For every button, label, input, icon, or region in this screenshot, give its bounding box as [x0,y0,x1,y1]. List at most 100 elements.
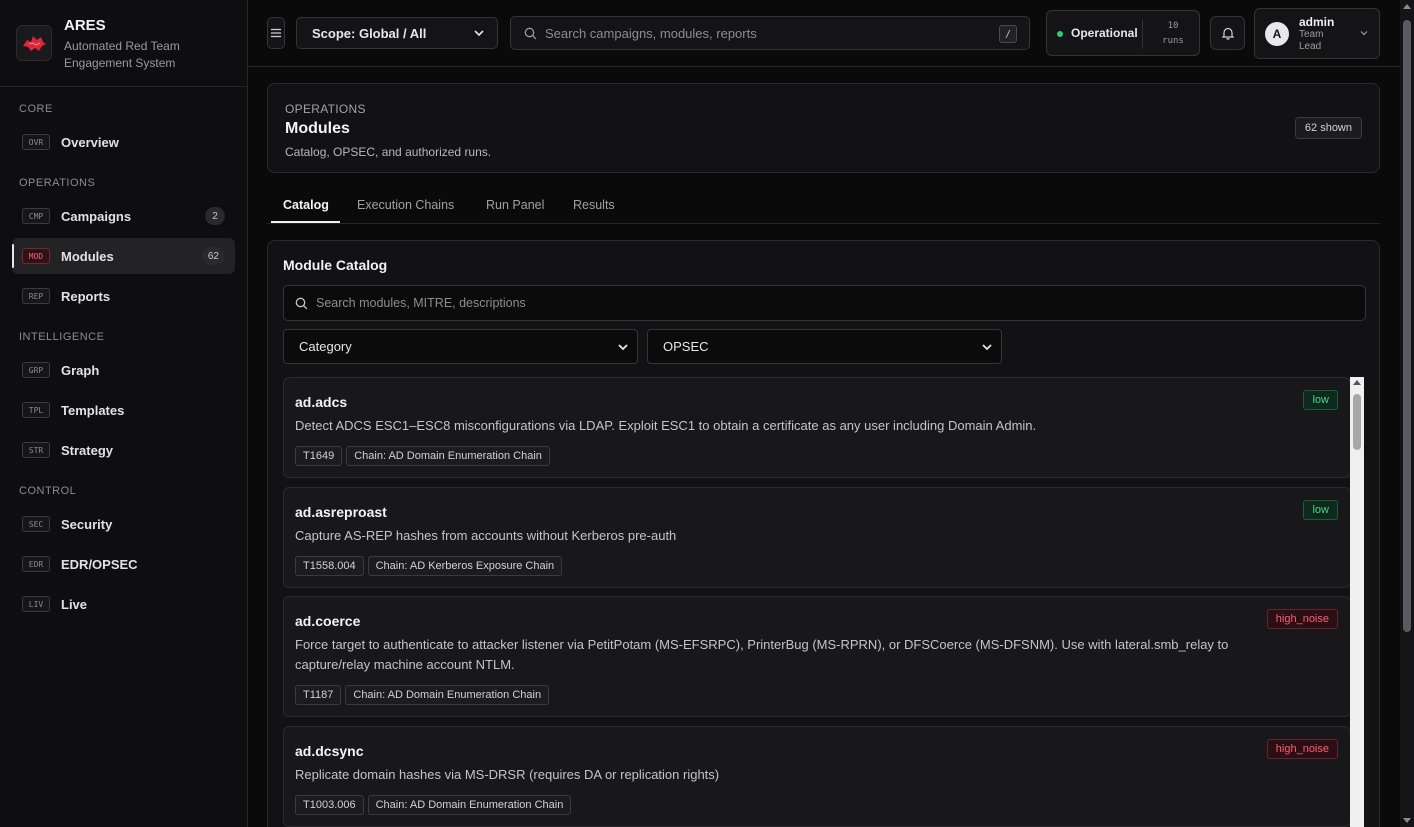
security-code-icon: SEC [22,516,50,532]
module-description: Capture AS-REP hashes from accounts with… [295,528,677,543]
strategy-code-icon: STR [22,442,50,458]
page-description: Catalog, OPSEC, and authorized runs. [285,145,492,159]
search-icon [524,27,537,40]
chain-tag: Chain: AD Kerberos Exposure Chain [367,556,563,576]
category-select-value: Category [299,339,352,354]
scroll-down-arrow-icon[interactable] [1403,818,1411,823]
overview-code-icon: OVR [22,134,50,150]
sidebar-item-label: Graph [61,362,100,378]
module-card-ad-adcs[interactable]: ad.adcs Detect ADCS ESC1–ESC8 misconfigu… [283,377,1351,478]
opsec-badge: high_noise [1266,609,1338,629]
module-name: ad.coerce [295,613,361,629]
system-status[interactable]: Operational 10 runs [1046,10,1200,56]
runs-count: 10 [1167,21,1179,31]
modules-code-icon: MOD [22,248,50,264]
sidebar-item-strategy[interactable]: STR Strategy [12,432,235,468]
sidebar-item-graph[interactable]: GRP Graph [12,352,235,388]
campaigns-count-badge: 2 [205,207,225,225]
scroll-up-arrow-icon[interactable] [1403,4,1411,9]
module-name: ad.asreproast [295,504,387,520]
sidebar-item-label: Campaigns [61,208,132,224]
nav-section-control: CONTROL [19,485,77,497]
module-search-placeholder: Search modules, MITRE, descriptions [316,296,526,310]
global-search-placeholder: Search campaigns, modules, reports [545,25,757,41]
campaigns-code-icon: CMP [22,208,50,224]
sidebar-item-edr-opsec[interactable]: EDR EDR/OPSEC [12,546,235,582]
notifications-button[interactable] [1210,16,1245,50]
sidebar-item-label: Security [61,516,113,532]
page-header: OPERATIONS Modules Catalog, OPSEC, and a… [267,83,1380,173]
topbar: Scope: Global / All Search campaigns, mo… [248,0,1414,67]
sidebar-item-overview[interactable]: OVR Overview [12,124,235,160]
opsec-select-value: OPSEC [663,339,709,354]
global-search-input[interactable]: Search campaigns, modules, reports / [510,16,1030,50]
shown-count-badge: 62 shown [1294,117,1362,139]
ares-logo-icon[interactable] [16,25,52,61]
module-name: ad.dcsync [295,743,364,759]
opsec-badge: low [1303,500,1338,520]
sidebar-item-modules[interactable]: MOD Modules 62 [12,238,235,274]
tab-results[interactable]: Results [573,198,615,212]
user-name: admin [1299,15,1335,29]
menu-toggle-button[interactable] [267,17,285,49]
module-catalog: Module Catalog Search modules, MITRE, de… [267,240,1380,827]
module-card-ad-asreproast[interactable]: ad.asreproast Capture AS-REP hashes from… [283,487,1351,588]
module-card-ad-dcsync[interactable]: ad.dcsync Replicate domain hashes via MS… [283,726,1351,827]
scroll-up-arrow-icon[interactable] [1353,380,1361,385]
sidebar-item-label: Strategy [61,442,114,458]
page-title: Modules [285,120,350,137]
tab-catalog[interactable]: Catalog [283,198,329,212]
module-search-input[interactable]: Search modules, MITRE, descriptions [283,285,1366,321]
opsec-badge: high_noise [1266,739,1338,759]
tab-run-panel[interactable]: Run Panel [486,198,544,212]
app-subtitle: Automated Red Team Engagement System [64,39,180,70]
sidebar-item-label: Overview [61,134,119,150]
mitre-tag: T1558.004 [295,556,364,576]
sidebar-item-reports[interactable]: REP Reports [12,278,235,314]
nav-section-operations: OPERATIONS [19,177,96,189]
chevron-down-icon [474,30,484,37]
sidebar: ARES Automated Red Team Engagement Syste… [0,0,248,827]
module-tags: T1558.004 Chain: AD Kerberos Exposure Ch… [295,556,563,576]
category-select[interactable]: Category [283,329,638,364]
chain-tag: Chain: AD Domain Enumeration Chain [346,446,550,466]
reports-code-icon: REP [22,288,50,304]
edr-code-icon: EDR [22,556,50,572]
hamburger-icon [271,28,281,38]
search-icon [295,297,308,310]
opsec-badge: low [1303,390,1338,410]
module-description: Detect ADCS ESC1–ESC8 misconfigurations … [295,418,1037,433]
sidebar-item-label: Reports [61,288,111,304]
sidebar-item-templates[interactable]: TPL Templates [12,392,235,428]
user-role: Team Lead [1299,29,1324,52]
runs-label: runs [1162,36,1184,46]
scroll-thumb[interactable] [1353,394,1361,450]
sidebar-item-label: Templates [61,402,125,418]
status-dot-icon [1057,31,1063,37]
nav-section-intelligence: INTELLIGENCE [19,331,105,343]
scope-select[interactable]: Scope: Global / All [296,17,498,49]
active-tab-indicator [271,221,340,223]
opsec-select[interactable]: OPSEC [647,329,1002,364]
mitre-tag: T1187 [295,685,342,705]
user-menu[interactable]: A admin Team Lead [1254,8,1380,59]
mitre-tag: T1003.006 [295,795,364,815]
sidebar-item-campaigns[interactable]: CMP Campaigns 2 [12,198,235,234]
runs-counter: 10 runs [1151,19,1195,49]
module-list-scrollbar[interactable] [1350,377,1364,827]
tab-execution-chains[interactable]: Execution Chains [357,198,454,212]
catalog-title: Module Catalog [283,257,388,273]
sidebar-item-live[interactable]: LIV Live [12,586,235,622]
templates-code-icon: TPL [22,402,50,418]
sidebar-item-label: Live [61,596,88,612]
page-scrollbar[interactable] [1400,0,1414,827]
bell-icon [1221,27,1234,40]
modules-count-badge: 62 [201,247,225,265]
sidebar-item-security[interactable]: SEC Security [12,506,235,542]
live-code-icon: LIV [22,596,50,612]
chevron-down-icon [1360,31,1368,36]
module-card-ad-coerce[interactable]: ad.coerce Force target to authenticate t… [283,596,1351,717]
scroll-thumb[interactable] [1403,20,1411,632]
status-divider [1142,19,1143,49]
avatar: A [1265,22,1289,46]
